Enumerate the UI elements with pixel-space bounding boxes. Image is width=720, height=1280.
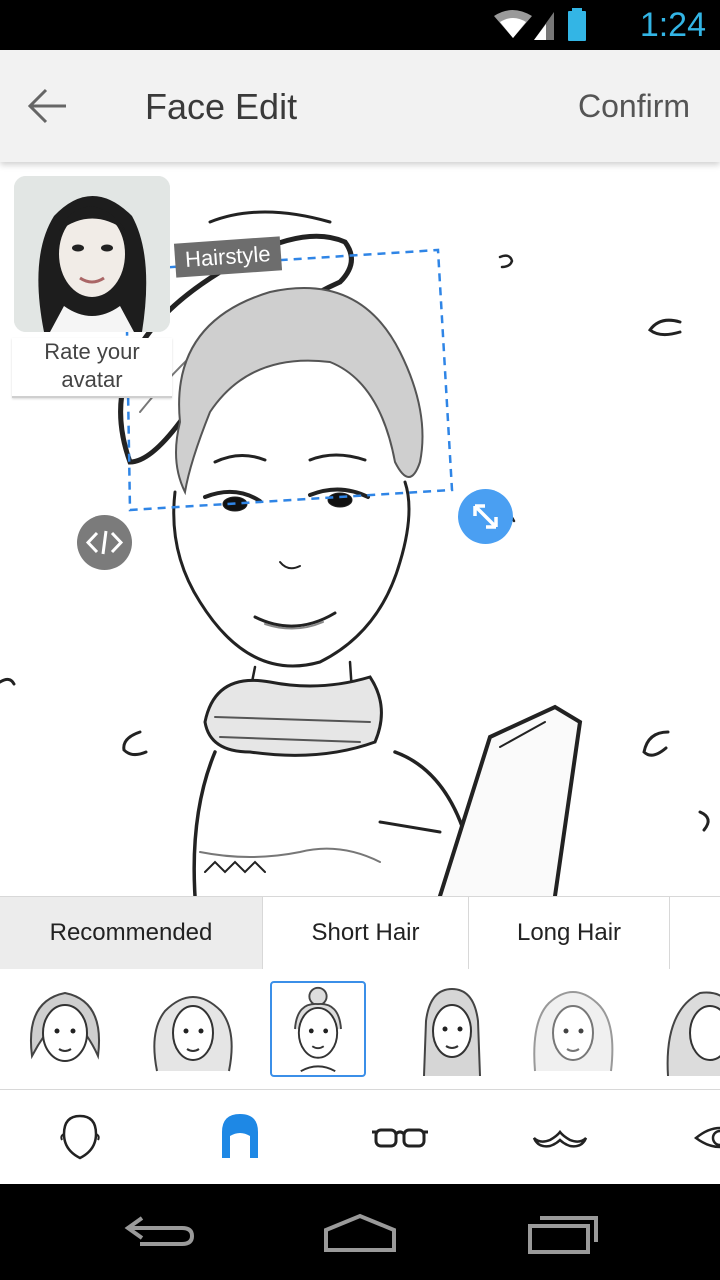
thumb-long-straight-hair[interactable] <box>404 981 500 1077</box>
status-bar: 1:24 <box>0 0 720 50</box>
resize-icon[interactable] <box>458 489 513 544</box>
battery-icon <box>568 8 586 41</box>
hairstyle-thumbnails <box>0 969 720 1090</box>
mustache-icon[interactable] <box>530 1112 590 1162</box>
thumb-wavy-hair[interactable] <box>145 981 241 1077</box>
back-nav-icon[interactable] <box>120 1204 200 1260</box>
hat-top-stroke <box>208 210 332 224</box>
hair-icon[interactable] <box>210 1112 270 1162</box>
doodle-stroke <box>498 254 514 269</box>
thumb-side-long-hair[interactable] <box>660 981 720 1077</box>
doodle-stroke <box>122 730 148 757</box>
scarf <box>203 675 383 757</box>
right-pupil <box>327 492 353 508</box>
glasses-icon[interactable] <box>370 1112 430 1162</box>
app-header: Face Edit Confirm <box>0 50 720 162</box>
tab-short-hair[interactable]: Short Hair <box>263 897 469 969</box>
doodle-stroke <box>642 730 670 757</box>
tab-recommended[interactable]: Recommended <box>0 897 263 969</box>
home-nav-icon[interactable] <box>320 1204 400 1260</box>
left-brow <box>213 454 267 464</box>
page-title: Face Edit <box>145 86 298 127</box>
doodle-stroke <box>647 318 682 337</box>
recents-nav-icon[interactable] <box>522 1204 602 1260</box>
signal-icon <box>534 12 554 40</box>
navigation-bar <box>0 1184 720 1280</box>
thumb-light-long-hair[interactable] <box>525 981 621 1077</box>
editor-tools <box>0 1090 720 1184</box>
right-brow <box>308 453 367 462</box>
status-icons <box>494 8 586 41</box>
thumb-bob-hair[interactable] <box>17 981 113 1077</box>
category-tabs: Recommended Short Hair Long Hair <box>0 896 720 970</box>
face-outline <box>172 480 411 668</box>
tab-partial-next[interactable] <box>670 897 720 969</box>
rate-avatar-card[interactable]: Rate your avatar <box>12 174 172 398</box>
body-outline <box>192 750 472 896</box>
status-time: 1:24 <box>639 6 706 44</box>
rate-avatar-label[interactable]: Rate your avatar <box>12 338 172 398</box>
doodle-stroke <box>0 677 16 686</box>
move-horizontal-icon[interactable] <box>77 515 132 570</box>
doodle-stroke <box>698 810 710 832</box>
nose <box>279 561 301 570</box>
pencil <box>378 820 442 834</box>
avatar-photo <box>14 176 170 332</box>
confirm-button[interactable]: Confirm <box>578 88 690 125</box>
sketchbook <box>438 704 583 896</box>
sweater-line <box>199 847 381 863</box>
eye-icon[interactable] <box>690 1112 720 1162</box>
thumb-bun-hair[interactable] <box>270 981 366 1077</box>
face-shape-icon[interactable] <box>50 1112 110 1162</box>
back-arrow-icon[interactable] <box>26 84 70 128</box>
tab-long-hair[interactable]: Long Hair <box>469 897 670 969</box>
wifi-icon <box>494 10 532 38</box>
sweater-pattern <box>204 860 266 874</box>
